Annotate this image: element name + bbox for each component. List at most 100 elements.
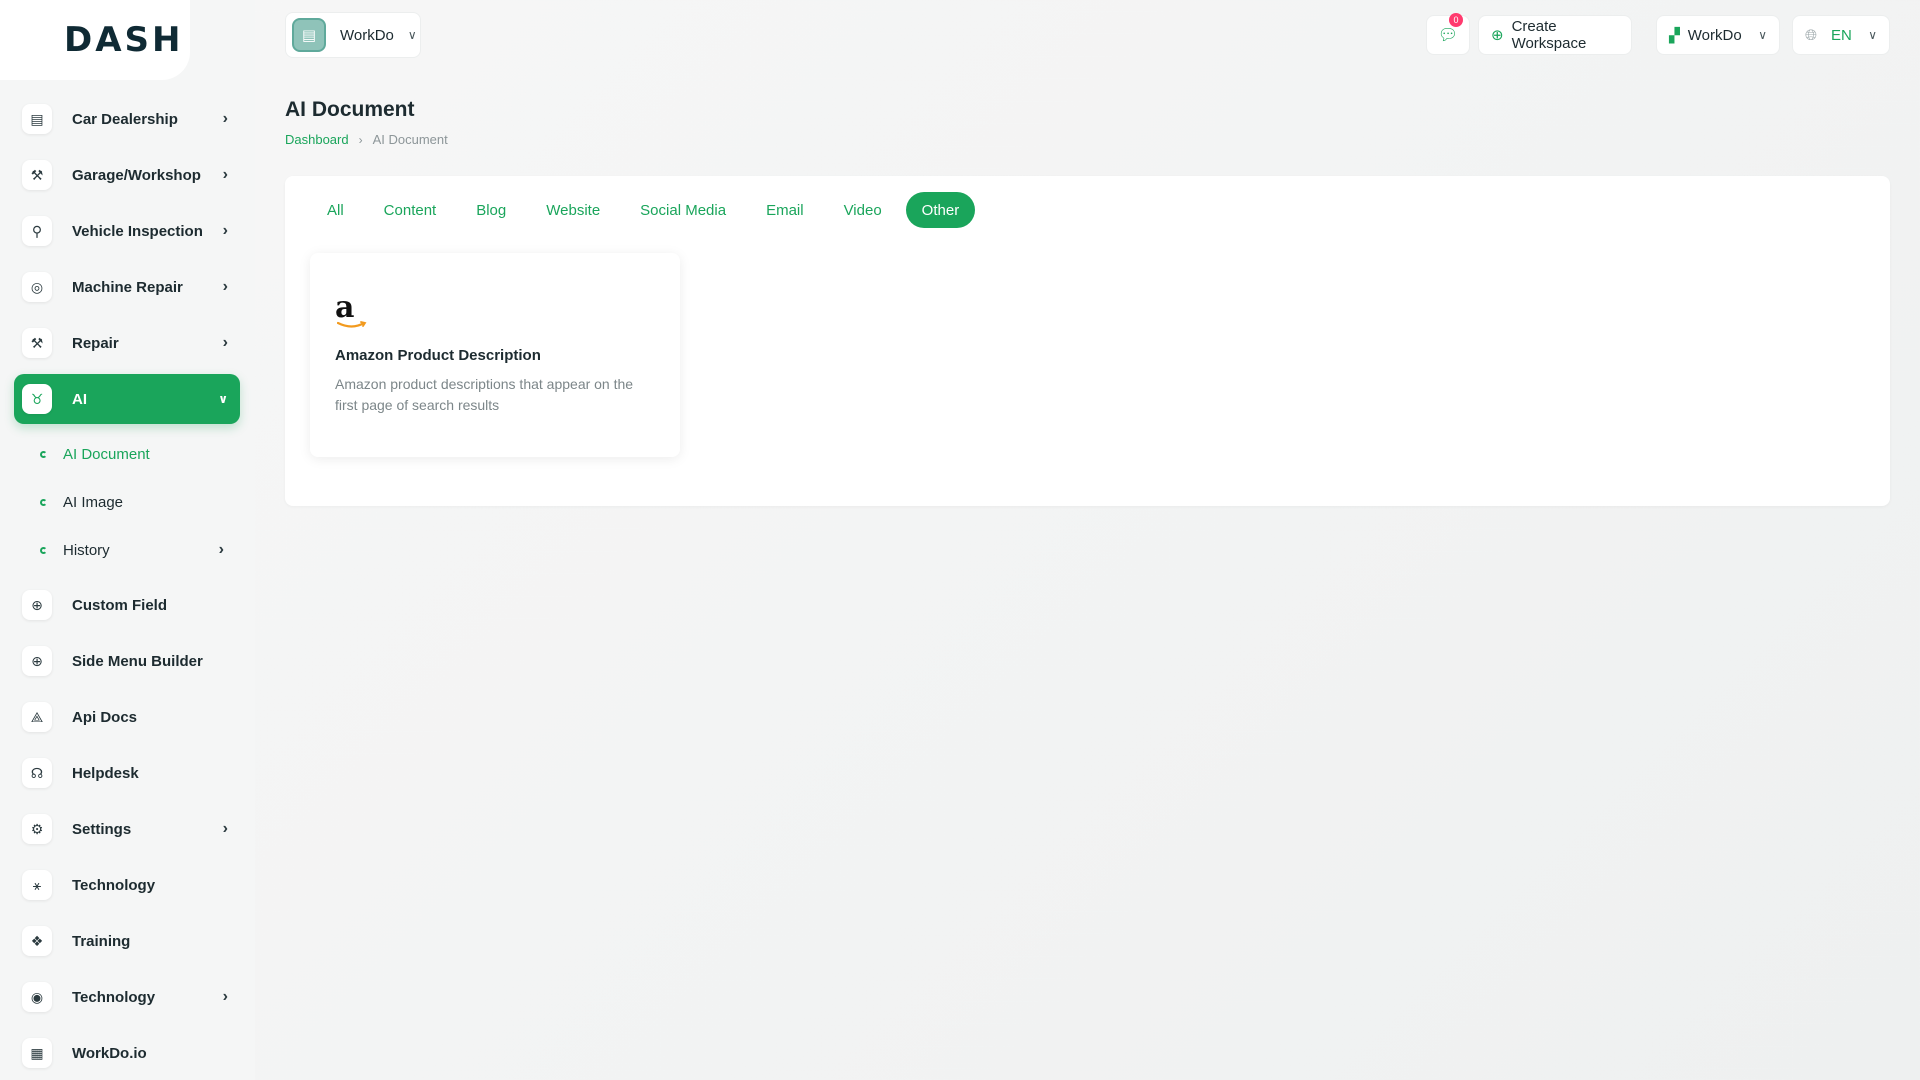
sidebar-item-side-menu-builder[interactable]: ⊕ Side Menu Builder — [14, 636, 240, 686]
network-icon: ⚹ — [22, 870, 52, 900]
grid-icon: ▞ — [1669, 26, 1680, 43]
chat-button[interactable]: 💬︎ 0 — [1426, 13, 1470, 55]
sidebar-item-label: WorkDo.io — [72, 1044, 147, 1062]
tab-email[interactable]: Email — [750, 192, 820, 228]
headset-icon: ☊ — [22, 758, 52, 788]
user-menu-button[interactable]: ▞ WorkDo ∨ — [1656, 15, 1780, 55]
sidebar-item-api-docs[interactable]: ⟁ Api Docs — [14, 692, 240, 742]
sidebar-item-label: Garage/Workshop — [72, 166, 201, 184]
chevron-right-icon: › — [222, 988, 228, 1005]
chevron-right-icon: › — [222, 334, 228, 351]
gear-icon: ⚙ — [22, 814, 52, 844]
chevron-right-icon: › — [218, 541, 224, 558]
sidebar-item-label: Training — [72, 932, 131, 950]
chevron-right-icon: › — [222, 222, 228, 239]
submenu-item-ai-image[interactable]: AI Image — [14, 478, 240, 526]
sidebar-item-machine-repair[interactable]: ◎ Machine Repair › — [14, 262, 240, 312]
sidebar-item-label: Car Dealership — [72, 110, 178, 128]
tab-social-media[interactable]: Social Media — [624, 192, 742, 228]
ai-document-panel: All Content Blog Website Social Media Em… — [285, 176, 1890, 506]
tab-all[interactable]: All — [311, 192, 360, 228]
plus-circle-icon: ⊕ — [22, 646, 52, 676]
workspace-switcher[interactable]: ▤ WorkDo ∨ — [285, 12, 421, 58]
page-title: AI Document — [285, 98, 415, 121]
sidebar-item-vehicle-inspection[interactable]: ⚲ Vehicle Inspection › — [14, 206, 240, 256]
document-card-amazon[interactable]: a Amazon Product Description Amazon prod… — [310, 253, 680, 457]
chat-icon: 💬︎ — [1437, 27, 1459, 44]
sidebar-item-label: Repair — [72, 334, 119, 352]
tab-video[interactable]: Video — [828, 192, 898, 228]
chevron-right-icon: › — [222, 820, 228, 837]
motorbike-icon: ⚲ — [22, 216, 52, 246]
chevron-right-icon: › — [222, 166, 228, 183]
chevron-right-icon: › — [358, 132, 363, 147]
sidebar-item-custom-field[interactable]: ⊕ Custom Field — [14, 580, 240, 630]
sidebar-item-settings[interactable]: ⚙ Settings › — [14, 804, 240, 854]
breadcrumb-home-link[interactable]: Dashboard — [285, 132, 349, 147]
sidebar-item-ai[interactable]: ♉ AI ∨ — [14, 374, 240, 424]
logo[interactable]: DASH — [0, 0, 190, 80]
sidebar-item-label: Helpdesk — [72, 764, 139, 782]
amazon-logo-icon: a — [335, 293, 369, 331]
ai-submenu: AI Document AI Image History › — [14, 430, 240, 574]
submenu-item-label: AI Image — [63, 493, 124, 511]
workspace-name: WorkDo — [340, 26, 394, 44]
sidebar-item-repair[interactable]: ⚒ Repair › — [14, 318, 240, 368]
chevron-down-icon: ∨ — [1868, 28, 1877, 42]
sidebar-item-garage-workshop[interactable]: ⚒ Garage/Workshop › — [14, 150, 240, 200]
sidebar-item-training[interactable]: ❖ Training — [14, 916, 240, 966]
create-workspace-label: Create Workspace — [1511, 18, 1587, 52]
sidebar-item-label: Settings — [72, 820, 132, 838]
sidebar-item-label: Side Menu Builder — [72, 652, 203, 670]
training-icon: ❖ — [22, 926, 52, 956]
sidebar-item-label: Api Docs — [72, 708, 138, 726]
ai-icon: ♉ — [22, 384, 52, 414]
sidebar-item-label: Machine Repair — [72, 278, 183, 296]
sidebar-item-technology-2[interactable]: ◉ Technology › — [14, 972, 240, 1022]
submenu-item-ai-document[interactable]: AI Document — [14, 430, 240, 478]
api-icon: ⟁ — [22, 702, 52, 732]
sidebar-item-label: Technology — [72, 988, 156, 1006]
submenu-item-history[interactable]: History › — [14, 526, 240, 574]
sidebar-item-label: Vehicle Inspection — [72, 222, 203, 240]
amazon-smile-icon — [337, 321, 367, 328]
chevron-right-icon: › — [222, 110, 228, 127]
broadcast-icon: ◉ — [22, 982, 52, 1012]
plus-circle-icon: ⊕ — [22, 590, 52, 620]
tab-other[interactable]: Other — [905, 192, 976, 228]
machine-icon: ◎ — [22, 272, 52, 302]
document-description: Amazon product descriptions that appear … — [335, 376, 634, 413]
tab-content[interactable]: Content — [368, 192, 453, 228]
user-menu-label: WorkDo — [1687, 26, 1742, 44]
sidebar-item-helpdesk[interactable]: ☊ Helpdesk — [14, 748, 240, 798]
tab-website[interactable]: Website — [530, 192, 616, 228]
breadcrumb: Dashboard › AI Document — [285, 132, 448, 147]
plus-circle-icon: ⊕ — [1491, 27, 1504, 44]
car-dealership-icon: ▤ — [22, 104, 52, 134]
document-icon: ▦ — [22, 1038, 52, 1068]
sidebar-item-label: AI — [72, 390, 87, 408]
chevron-down-icon: ∨ — [218, 392, 228, 406]
language-select[interactable]: 🌐︎ EN ∨ — [1792, 15, 1890, 55]
sidebar: DASH ▤ Car Dealership › ⚒ Garage/Worksho… — [0, 0, 255, 1080]
chevron-down-icon: ∨ — [407, 28, 417, 42]
create-workspace-button[interactable]: ⊕ Create Workspace — [1478, 15, 1632, 55]
language-label: EN — [1831, 26, 1852, 44]
globe-icon: 🌐︎ — [1805, 26, 1818, 44]
sidebar-menu: ▤ Car Dealership › ⚒ Garage/Workshop › ⚲… — [14, 94, 240, 1080]
chat-badge: 0 — [1449, 13, 1463, 27]
chevron-down-icon: ∨ — [1758, 28, 1767, 42]
sidebar-item-label: Custom Field — [72, 596, 168, 614]
wrench-icon: ⚒ — [22, 160, 52, 190]
bullet-icon — [40, 546, 47, 554]
document-title: Amazon Product Description — [335, 347, 541, 364]
sidebar-item-technology[interactable]: ⚹ Technology — [14, 860, 240, 910]
tab-blog[interactable]: Blog — [460, 192, 522, 228]
category-tabs: All Content Blog Website Social Media Em… — [311, 192, 983, 228]
sidebar-item-car-dealership[interactable]: ▤ Car Dealership › — [14, 94, 240, 144]
tools-icon: ⚒ — [22, 328, 52, 358]
bullet-icon — [40, 450, 47, 458]
amazon-logo-letter: a — [335, 290, 355, 325]
bullet-icon — [40, 498, 47, 506]
sidebar-item-workdo-io[interactable]: ▦ WorkDo.io — [14, 1028, 240, 1078]
